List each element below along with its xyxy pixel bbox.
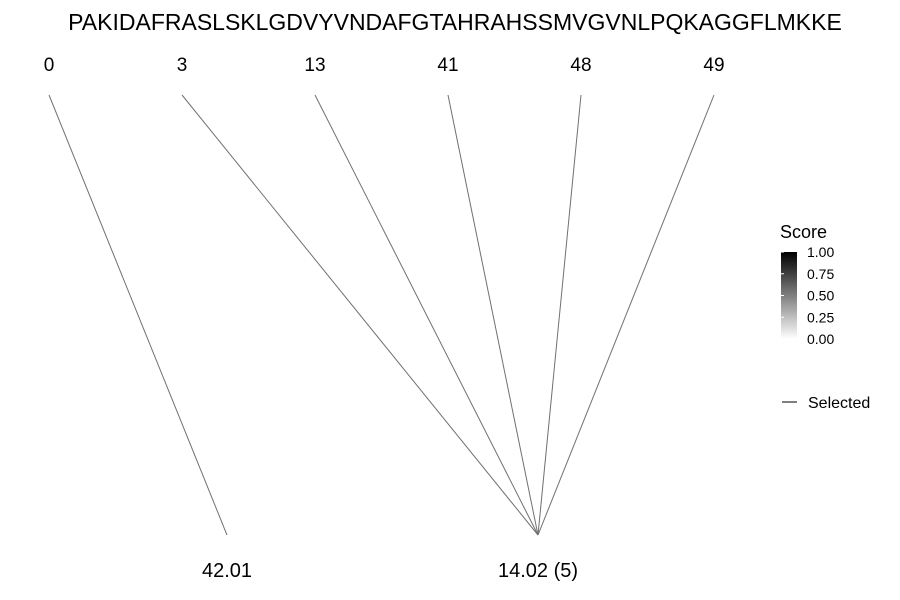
top-position-label: 41: [437, 55, 458, 76]
edge-line: [537, 94, 715, 536]
edge-line: [537, 94, 582, 536]
top-position-labels: 0 3 13 41 48 49: [44, 55, 725, 76]
edge-line: [447, 94, 539, 536]
fragment-diagram: PAKIDAFRASLSKLGDVYVNDAFGTAHRAHSSMVGVNLPQ…: [44, 9, 871, 582]
legend-tick-label: 1.00: [807, 244, 834, 260]
bottom-mass-label: 42.01: [202, 560, 252, 582]
edge-line: [181, 94, 539, 536]
top-position-label: 3: [177, 55, 188, 76]
top-position-label: 0: [44, 55, 55, 76]
edge-line: [314, 94, 539, 536]
legend-tick-label: 0.00: [807, 331, 834, 347]
edge-line: [48, 94, 228, 536]
sequence-text: PAKIDAFRASLSKLGDVYVNDAFGTAHRAHSSMVGVNLPQ…: [68, 9, 842, 35]
legend: Score 1.00 0.75 0.50 0.25 0.00 Selected: [780, 222, 870, 412]
bottom-mass-label: 14.02 (5): [498, 560, 578, 582]
bottom-mass-labels: 42.01 14.02 (5): [202, 560, 578, 582]
top-position-label: 48: [570, 55, 591, 76]
top-position-label: 49: [703, 55, 724, 76]
edge-lines: [48, 94, 715, 536]
legend-tick-label: 0.75: [807, 266, 834, 282]
top-position-label: 13: [304, 55, 325, 76]
legend-title: Score: [780, 222, 827, 242]
legend-selected-label: Selected: [808, 395, 870, 412]
legend-tick-label: 0.50: [807, 288, 834, 304]
legend-tick-label: 0.25: [807, 309, 834, 325]
